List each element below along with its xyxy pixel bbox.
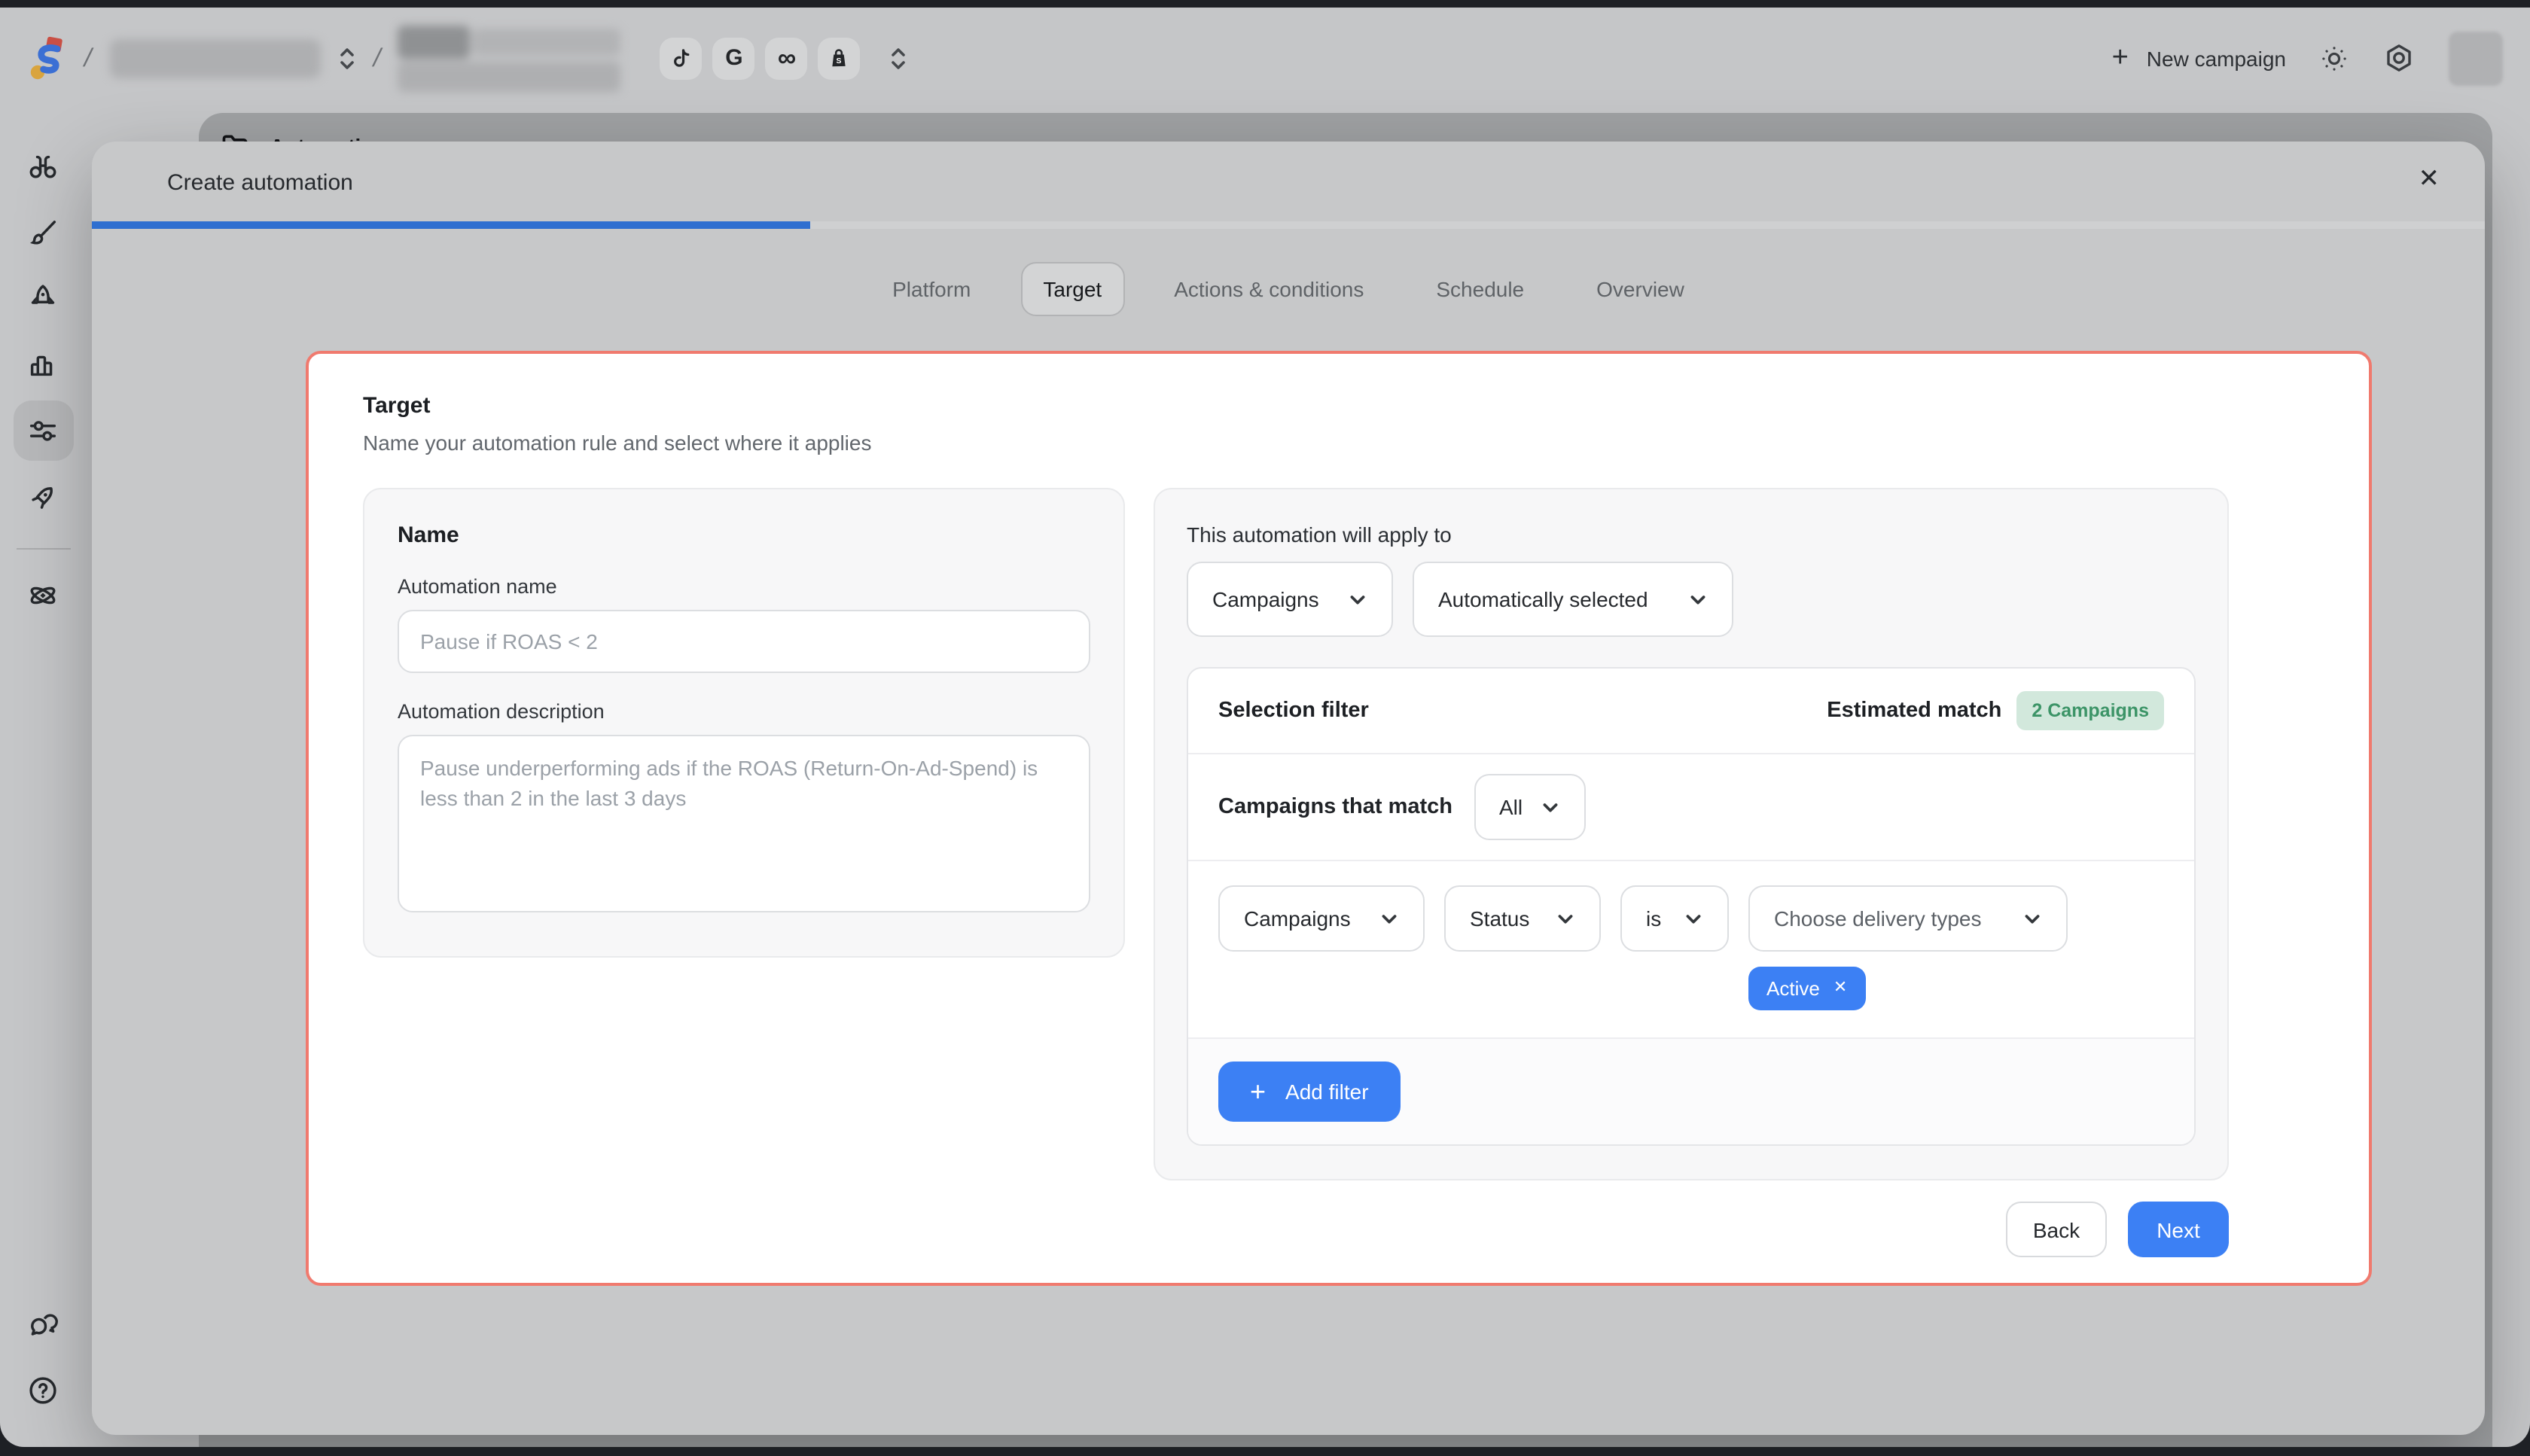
account-name-redacted[interactable]	[398, 25, 621, 91]
chevron-down-icon	[1541, 797, 1560, 817]
estimated-match-label: Estimated match	[1827, 699, 2001, 723]
estimated-match-badge: 2 Campaigns	[2016, 691, 2164, 730]
filter-operator-dropdown[interactable]: is	[1620, 885, 1729, 952]
wizard-footer: Back Next	[363, 1202, 2229, 1257]
automation-name-input[interactable]	[398, 610, 1090, 673]
chip-label: Active	[1766, 977, 1820, 1000]
selection-filter-title: Selection filter	[1218, 699, 1369, 723]
sidebar-item-automations-sliders[interactable]	[13, 401, 73, 461]
brand-logo[interactable]	[27, 35, 66, 81]
sidebar-item-atom[interactable]	[13, 565, 73, 625]
modal-title: Create automation	[167, 170, 353, 196]
chevron-down-icon	[1379, 909, 1399, 928]
meta-icon[interactable]: ∞	[766, 37, 808, 79]
tab-target[interactable]: Target	[1020, 262, 1124, 316]
filter-row: Campaigns Status	[1188, 861, 2194, 1037]
next-button[interactable]: Next	[2128, 1202, 2229, 1257]
name-card: Name Automation name Automation descript…	[363, 488, 1125, 958]
campaigns-that-match-label: Campaigns that match	[1218, 795, 1452, 819]
target-step-panel: Target Name your automation rule and sel…	[306, 351, 2372, 1286]
remove-chip-icon[interactable]: ✕	[1833, 980, 1847, 997]
chevron-down-icon	[1684, 909, 1703, 928]
automation-name-label: Automation name	[398, 575, 1090, 598]
theme-toggle-sun-icon[interactable]	[2319, 43, 2349, 73]
new-campaign-button[interactable]: + New campaign	[2112, 44, 2286, 72]
workspace-switcher-icon[interactable]	[338, 46, 355, 70]
plus-icon: +	[2112, 44, 2129, 72]
filter-value-dropdown[interactable]: Choose delivery types	[1748, 885, 2068, 952]
top-bar: / / G	[0, 8, 2530, 108]
sidebar-item-paintbrush[interactable]	[13, 202, 73, 262]
entity-type-dropdown[interactable]: Campaigns	[1187, 562, 1393, 637]
filter-value-placeholder: Choose delivery types	[1774, 906, 1982, 931]
selection-mode-dropdown[interactable]: Automatically selected	[1413, 562, 1733, 637]
chat-support-icon[interactable]	[13, 1293, 73, 1354]
chevron-down-icon	[1348, 589, 1367, 609]
left-sidebar	[0, 108, 86, 1447]
screen: / / G	[0, 0, 2530, 1456]
chevron-down-icon	[1556, 909, 1575, 928]
sidebar-item-launch-badge[interactable]	[13, 268, 73, 328]
automation-description-input[interactable]	[398, 735, 1090, 912]
selection-mode-value: Automatically selected	[1438, 587, 1648, 611]
google-icon[interactable]: G	[713, 37, 755, 79]
platform-icon-chips: G ∞ S	[660, 37, 861, 79]
add-filter-button[interactable]: + Add filter	[1218, 1062, 1401, 1122]
progress-bar-fill	[92, 221, 809, 229]
step-tabs: Platform Target Actions & conditions Sch…	[92, 262, 2485, 316]
tab-platform[interactable]: Platform	[870, 262, 993, 316]
app-window: / / G	[0, 8, 2530, 1447]
sidebar-item-binoculars[interactable]	[13, 136, 73, 196]
create-automation-modal: Create automation ✕ Platform Target Acti…	[92, 142, 2485, 1435]
account-switcher-icon[interactable]	[891, 46, 907, 70]
name-card-heading: Name	[398, 522, 1090, 548]
filter-field-dropdown[interactable]: Status	[1444, 885, 1601, 952]
svg-text:S: S	[837, 56, 842, 65]
tab-schedule[interactable]: Schedule	[1413, 262, 1547, 316]
chevron-down-icon	[1688, 589, 1708, 609]
tab-actions-conditions[interactable]: Actions & conditions	[1151, 262, 1386, 316]
selected-value-chip-active[interactable]: Active ✕	[1748, 967, 1865, 1010]
match-operator-dropdown[interactable]: All	[1474, 774, 1585, 840]
filter-entity-dropdown[interactable]: Campaigns	[1218, 885, 1425, 952]
workspace-name-redacted[interactable]	[109, 38, 320, 78]
sidebar-item-bar-chart[interactable]	[13, 334, 73, 394]
plus-icon: +	[1250, 1078, 1266, 1105]
progress-bar	[92, 221, 2485, 229]
apply-card: This automation will apply to Campaigns …	[1154, 488, 2229, 1180]
entity-type-value: Campaigns	[1212, 587, 1319, 611]
sidebar-item-rocket[interactable]	[13, 467, 73, 527]
breadcrumb-separator-2: /	[370, 43, 383, 73]
chevron-down-icon	[2022, 909, 2042, 928]
settings-gear-icon[interactable]	[2382, 41, 2416, 75]
user-avatar[interactable]	[2449, 31, 2503, 85]
help-icon[interactable]	[13, 1360, 73, 1420]
selection-filter-panel: Selection filter Estimated match 2 Campa…	[1187, 667, 2196, 1146]
target-heading: Target	[363, 393, 2315, 419]
tiktok-icon[interactable]	[660, 37, 703, 79]
breadcrumb-separator: /	[81, 43, 95, 73]
target-subtitle: Name your automation rule and select whe…	[363, 431, 2315, 455]
sidebar-divider	[16, 548, 70, 550]
automation-description-label: Automation description	[398, 700, 1090, 723]
filter-field-value: Status	[1470, 906, 1529, 931]
filter-operator-value: is	[1646, 906, 1661, 931]
match-operator-value: All	[1499, 795, 1523, 819]
shopify-icon[interactable]: S	[818, 37, 861, 79]
close-icon[interactable]: ✕	[2413, 160, 2446, 197]
back-button[interactable]: Back	[2006, 1202, 2107, 1257]
new-campaign-label: New campaign	[2147, 46, 2286, 70]
add-filter-label: Add filter	[1285, 1080, 1369, 1104]
breadcrumb: / / G	[27, 25, 907, 91]
apply-card-heading: This automation will apply to	[1187, 522, 2196, 547]
filter-entity-value: Campaigns	[1244, 906, 1351, 931]
tab-overview[interactable]: Overview	[1574, 262, 1707, 316]
